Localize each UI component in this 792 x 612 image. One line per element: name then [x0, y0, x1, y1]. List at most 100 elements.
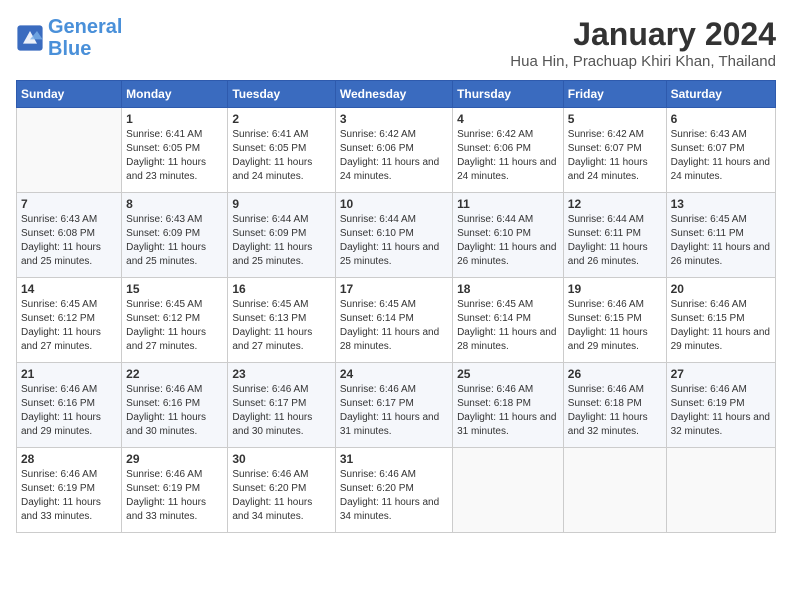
day-info: Sunrise: 6:42 AMSunset: 6:06 PMDaylight:…	[340, 128, 448, 184]
day-info: Sunrise: 6:45 AMSunset: 6:13 PMDaylight:…	[232, 298, 330, 354]
header-friday: Friday	[563, 81, 666, 108]
day-info: Sunrise: 6:46 AMSunset: 6:18 PMDaylight:…	[568, 383, 662, 439]
day-info: Sunrise: 6:46 AMSunset: 6:16 PMDaylight:…	[21, 383, 117, 439]
day-info: Sunrise: 6:41 AMSunset: 6:05 PMDaylight:…	[126, 128, 223, 184]
header-sunday: Sunday	[17, 81, 122, 108]
calendar-title: January 2024	[510, 16, 776, 53]
day-number: 4	[457, 112, 559, 126]
calendar-cell	[453, 448, 564, 533]
day-info: Sunrise: 6:46 AMSunset: 6:19 PMDaylight:…	[21, 468, 117, 524]
calendar-cell: 8 Sunrise: 6:43 AMSunset: 6:09 PMDayligh…	[122, 193, 228, 278]
calendar-cell: 22 Sunrise: 6:46 AMSunset: 6:16 PMDaylig…	[122, 363, 228, 448]
header-saturday: Saturday	[666, 81, 775, 108]
calendar-cell: 20 Sunrise: 6:46 AMSunset: 6:15 PMDaylig…	[666, 278, 775, 363]
calendar-cell: 7 Sunrise: 6:43 AMSunset: 6:08 PMDayligh…	[17, 193, 122, 278]
day-number: 20	[671, 282, 771, 296]
day-number: 16	[232, 282, 330, 296]
day-number: 14	[21, 282, 117, 296]
calendar-week-row: 7 Sunrise: 6:43 AMSunset: 6:08 PMDayligh…	[17, 193, 776, 278]
day-info: Sunrise: 6:42 AMSunset: 6:06 PMDaylight:…	[457, 128, 559, 184]
calendar-cell: 9 Sunrise: 6:44 AMSunset: 6:09 PMDayligh…	[228, 193, 335, 278]
day-info: Sunrise: 6:45 AMSunset: 6:12 PMDaylight:…	[21, 298, 117, 354]
day-number: 15	[126, 282, 223, 296]
day-number: 24	[340, 367, 448, 381]
day-number: 22	[126, 367, 223, 381]
day-info: Sunrise: 6:41 AMSunset: 6:05 PMDaylight:…	[232, 128, 330, 184]
day-info: Sunrise: 6:46 AMSunset: 6:18 PMDaylight:…	[457, 383, 559, 439]
day-info: Sunrise: 6:44 AMSunset: 6:10 PMDaylight:…	[340, 213, 448, 269]
day-info: Sunrise: 6:46 AMSunset: 6:20 PMDaylight:…	[232, 468, 330, 524]
day-info: Sunrise: 6:44 AMSunset: 6:11 PMDaylight:…	[568, 213, 662, 269]
day-info: Sunrise: 6:46 AMSunset: 6:19 PMDaylight:…	[671, 383, 771, 439]
day-number: 7	[21, 197, 117, 211]
logo-icon	[16, 24, 44, 52]
calendar-cell: 25 Sunrise: 6:46 AMSunset: 6:18 PMDaylig…	[453, 363, 564, 448]
day-info: Sunrise: 6:45 AMSunset: 6:14 PMDaylight:…	[340, 298, 448, 354]
day-number: 9	[232, 197, 330, 211]
calendar-cell: 15 Sunrise: 6:45 AMSunset: 6:12 PMDaylig…	[122, 278, 228, 363]
calendar-cell: 21 Sunrise: 6:46 AMSunset: 6:16 PMDaylig…	[17, 363, 122, 448]
calendar-cell: 14 Sunrise: 6:45 AMSunset: 6:12 PMDaylig…	[17, 278, 122, 363]
calendar-cell: 10 Sunrise: 6:44 AMSunset: 6:10 PMDaylig…	[335, 193, 452, 278]
header-wednesday: Wednesday	[335, 81, 452, 108]
day-number: 29	[126, 452, 223, 466]
calendar-cell: 23 Sunrise: 6:46 AMSunset: 6:17 PMDaylig…	[228, 363, 335, 448]
day-info: Sunrise: 6:46 AMSunset: 6:19 PMDaylight:…	[126, 468, 223, 524]
calendar-cell: 28 Sunrise: 6:46 AMSunset: 6:19 PMDaylig…	[17, 448, 122, 533]
day-number: 26	[568, 367, 662, 381]
day-number: 31	[340, 452, 448, 466]
day-info: Sunrise: 6:46 AMSunset: 6:17 PMDaylight:…	[232, 383, 330, 439]
calendar-cell: 18 Sunrise: 6:45 AMSunset: 6:14 PMDaylig…	[453, 278, 564, 363]
calendar-cell: 19 Sunrise: 6:46 AMSunset: 6:15 PMDaylig…	[563, 278, 666, 363]
day-number: 6	[671, 112, 771, 126]
day-info: Sunrise: 6:45 AMSunset: 6:14 PMDaylight:…	[457, 298, 559, 354]
calendar-cell: 3 Sunrise: 6:42 AMSunset: 6:06 PMDayligh…	[335, 108, 452, 193]
day-number: 12	[568, 197, 662, 211]
calendar-cell: 16 Sunrise: 6:45 AMSunset: 6:13 PMDaylig…	[228, 278, 335, 363]
logo-line2: Blue	[48, 38, 91, 60]
calendar-cell: 12 Sunrise: 6:44 AMSunset: 6:11 PMDaylig…	[563, 193, 666, 278]
day-info: Sunrise: 6:46 AMSunset: 6:15 PMDaylight:…	[568, 298, 662, 354]
day-number: 11	[457, 197, 559, 211]
calendar-week-row: 14 Sunrise: 6:45 AMSunset: 6:12 PMDaylig…	[17, 278, 776, 363]
logo-line1: General	[48, 16, 122, 38]
calendar-cell	[563, 448, 666, 533]
calendar-week-row: 1 Sunrise: 6:41 AMSunset: 6:05 PMDayligh…	[17, 108, 776, 193]
calendar-cell: 2 Sunrise: 6:41 AMSunset: 6:05 PMDayligh…	[228, 108, 335, 193]
calendar-subtitle: Hua Hin, Prachuap Khiri Khan, Thailand	[510, 53, 776, 70]
calendar-cell: 5 Sunrise: 6:42 AMSunset: 6:07 PMDayligh…	[563, 108, 666, 193]
calendar-cell: 6 Sunrise: 6:43 AMSunset: 6:07 PMDayligh…	[666, 108, 775, 193]
day-number: 13	[671, 197, 771, 211]
day-info: Sunrise: 6:46 AMSunset: 6:15 PMDaylight:…	[671, 298, 771, 354]
header-monday: Monday	[122, 81, 228, 108]
day-number: 3	[340, 112, 448, 126]
calendar-cell: 29 Sunrise: 6:46 AMSunset: 6:19 PMDaylig…	[122, 448, 228, 533]
day-number: 5	[568, 112, 662, 126]
day-info: Sunrise: 6:43 AMSunset: 6:07 PMDaylight:…	[671, 128, 771, 184]
day-number: 25	[457, 367, 559, 381]
calendar-week-row: 21 Sunrise: 6:46 AMSunset: 6:16 PMDaylig…	[17, 363, 776, 448]
day-number: 30	[232, 452, 330, 466]
day-number: 18	[457, 282, 559, 296]
calendar-cell: 26 Sunrise: 6:46 AMSunset: 6:18 PMDaylig…	[563, 363, 666, 448]
calendar-cell: 17 Sunrise: 6:45 AMSunset: 6:14 PMDaylig…	[335, 278, 452, 363]
day-info: Sunrise: 6:46 AMSunset: 6:16 PMDaylight:…	[126, 383, 223, 439]
header-thursday: Thursday	[453, 81, 564, 108]
calendar-cell: 30 Sunrise: 6:46 AMSunset: 6:20 PMDaylig…	[228, 448, 335, 533]
calendar-cell: 24 Sunrise: 6:46 AMSunset: 6:17 PMDaylig…	[335, 363, 452, 448]
calendar-cell: 31 Sunrise: 6:46 AMSunset: 6:20 PMDaylig…	[335, 448, 452, 533]
calendar-cell	[17, 108, 122, 193]
logo-text: General Blue	[48, 16, 122, 60]
day-info: Sunrise: 6:43 AMSunset: 6:09 PMDaylight:…	[126, 213, 223, 269]
day-number: 2	[232, 112, 330, 126]
calendar-week-row: 28 Sunrise: 6:46 AMSunset: 6:19 PMDaylig…	[17, 448, 776, 533]
day-info: Sunrise: 6:46 AMSunset: 6:17 PMDaylight:…	[340, 383, 448, 439]
title-block: January 2024 Hua Hin, Prachuap Khiri Kha…	[510, 16, 776, 70]
calendar-cell: 27 Sunrise: 6:46 AMSunset: 6:19 PMDaylig…	[666, 363, 775, 448]
calendar-cell	[666, 448, 775, 533]
day-number: 8	[126, 197, 223, 211]
day-info: Sunrise: 6:43 AMSunset: 6:08 PMDaylight:…	[21, 213, 117, 269]
calendar-cell: 1 Sunrise: 6:41 AMSunset: 6:05 PMDayligh…	[122, 108, 228, 193]
day-info: Sunrise: 6:46 AMSunset: 6:20 PMDaylight:…	[340, 468, 448, 524]
day-number: 23	[232, 367, 330, 381]
